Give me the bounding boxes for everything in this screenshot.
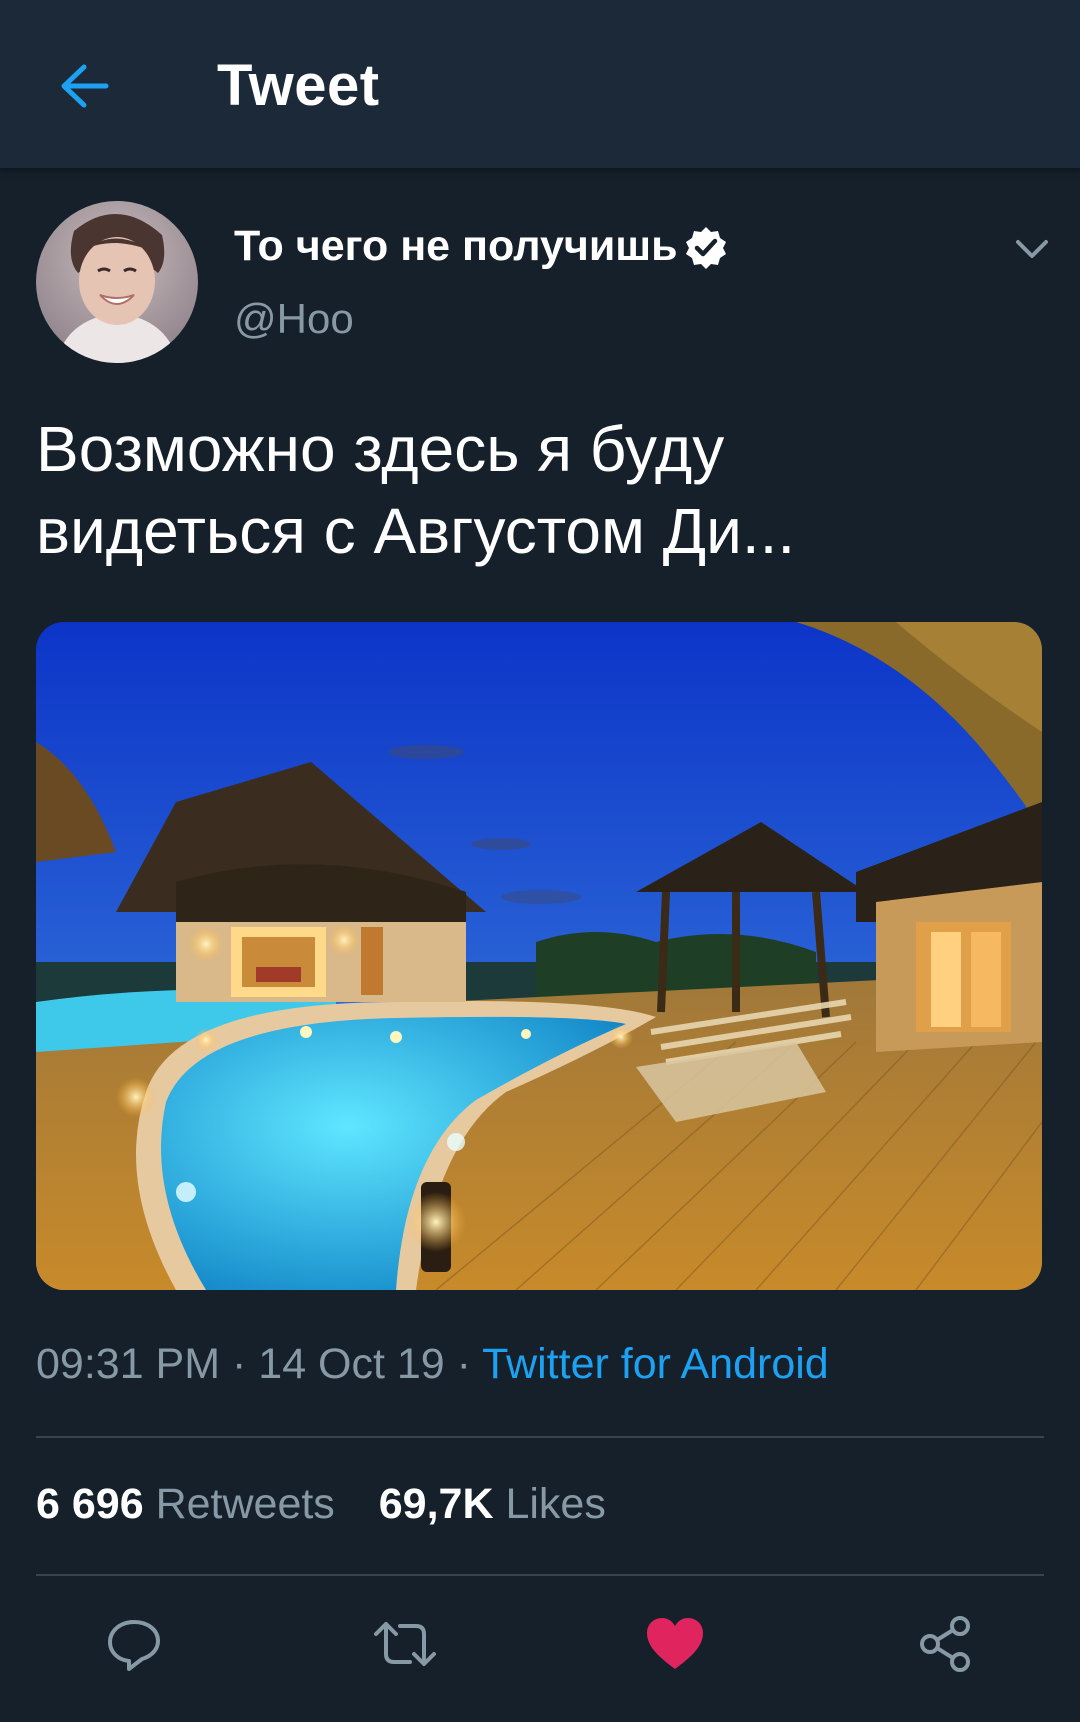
tweet-text-line: видеться с Августом Ди...: [36, 495, 796, 567]
share-icon: [920, 1616, 970, 1672]
tweet-options-button[interactable]: [1008, 225, 1056, 273]
reply-button[interactable]: [98, 1608, 170, 1680]
top-bar: Tweet: [0, 0, 1080, 169]
verified-badge-icon: [686, 227, 726, 269]
likes-stat[interactable]: 69,7K Likes: [379, 1480, 606, 1529]
action-bar: [0, 1608, 1080, 1680]
heart-icon: [647, 1618, 703, 1669]
tweet-time: 09:31 PM: [36, 1340, 221, 1388]
reply-icon: [108, 1620, 160, 1671]
back-button[interactable]: [52, 54, 116, 118]
divider: [36, 1574, 1044, 1576]
tweet-date: 14 Oct 19: [258, 1340, 445, 1388]
page-title: Tweet: [217, 53, 380, 118]
meta-separator: ·: [220, 1340, 259, 1388]
share-button[interactable]: [910, 1608, 982, 1680]
tweet-text-line: Возможно здесь я буду: [36, 413, 725, 485]
divider: [36, 1436, 1044, 1438]
author-name[interactable]: То чего не получишь: [234, 222, 678, 271]
author-handle[interactable]: @Hoo: [234, 295, 354, 343]
meta-separator: ·: [444, 1340, 483, 1388]
tweet-meta: 09:31 PM · 14 Oct 19 · Twitter for Andro…: [36, 1340, 829, 1389]
chevron-down-icon: [1016, 240, 1048, 258]
avatar[interactable]: [36, 201, 198, 363]
likes-label: Likes: [505, 1480, 606, 1528]
likes-count: 69,7K: [378, 1480, 494, 1528]
tweet-stats: 6 696 Retweets 69,7K Likes: [36, 1480, 606, 1529]
retweets-label: Retweets: [155, 1480, 335, 1528]
like-button[interactable]: [639, 1608, 711, 1680]
tweet-text: Возможно здесь я буду видеться с Августо…: [36, 408, 1036, 572]
retweet-icon: [374, 1622, 436, 1666]
retweets-stat[interactable]: 6 696 Retweets: [36, 1480, 335, 1529]
retweet-button[interactable]: [369, 1608, 441, 1680]
retweets-count: 6 696: [36, 1480, 144, 1528]
tweet-source-link[interactable]: Twitter for Android: [482, 1340, 829, 1388]
arrow-left-icon: [61, 64, 109, 108]
tweet-image[interactable]: [36, 622, 1042, 1290]
